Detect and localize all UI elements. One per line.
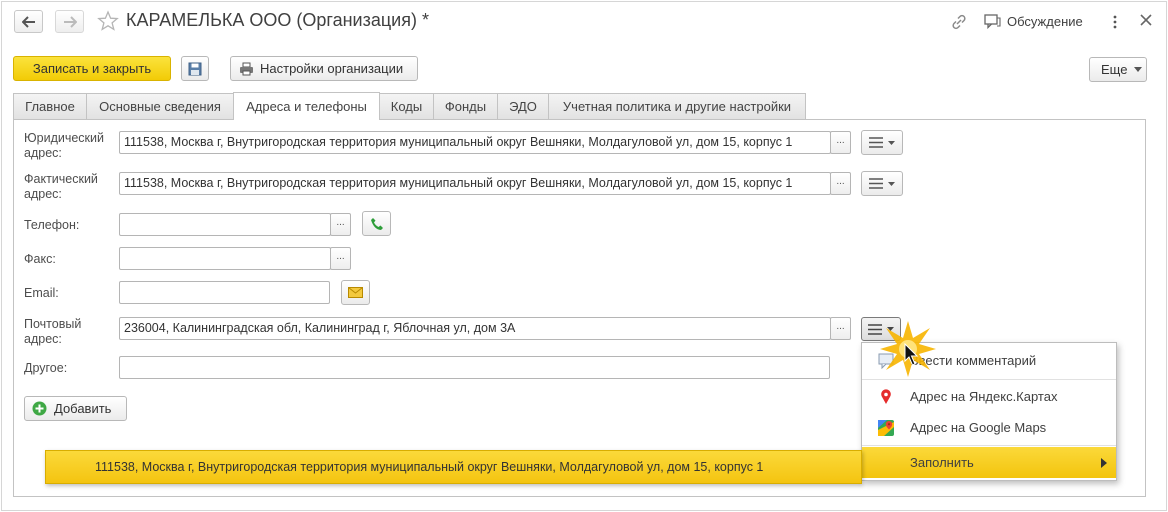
postal-address-label-line1: Почтовый [24, 317, 82, 331]
discussion-icon[interactable] [984, 14, 1001, 32]
legal-address-label: Юридический адрес: [24, 131, 104, 161]
printer-icon [240, 62, 253, 75]
phone-select-button[interactable]: ... [330, 213, 351, 236]
send-email-button[interactable] [341, 280, 370, 305]
address-context-menu: Ввести комментарий Адрес на Яндекс.Карта… [861, 342, 1117, 481]
hamburger-icon [869, 137, 883, 148]
actual-address-label-line1: Фактический [24, 172, 98, 186]
tab-funds[interactable]: Фонды [433, 93, 498, 119]
forward-button[interactable] [55, 10, 84, 33]
address-suggestion-item[interactable]: 111538, Москва г, Внутригородская террит… [45, 450, 862, 484]
fax-select-button[interactable]: ... [330, 247, 351, 270]
more-label: Еще [1101, 62, 1128, 77]
arrow-left-icon [21, 15, 35, 28]
phone-icon [370, 217, 383, 230]
chevron-down-icon [1134, 67, 1143, 72]
phone-field[interactable] [119, 213, 331, 236]
org-settings-button[interactable]: Настройки организации [230, 56, 418, 81]
hamburger-icon [868, 323, 882, 335]
close-icon[interactable] [1139, 13, 1153, 30]
save-and-close-button[interactable]: Записать и закрыть [13, 56, 171, 81]
tab-addresses-phones[interactable]: Адреса и телефоны [233, 92, 380, 120]
google-maps-icon [878, 419, 894, 436]
org-settings-label: Настройки организации [260, 61, 404, 76]
menu-item-label: Заполнить [910, 455, 974, 470]
menu-divider [862, 379, 1116, 380]
discussion-link[interactable]: Обсуждение [1007, 14, 1083, 29]
menu-item-fill[interactable]: Заполнить [862, 447, 1116, 478]
postal-address-select-button[interactable]: ... [830, 317, 851, 340]
link-icon[interactable] [950, 13, 968, 34]
email-field[interactable] [119, 281, 330, 304]
actual-address-field[interactable]: 111538, Москва г, Внутригородская террит… [119, 172, 831, 195]
yandex-pin-icon [881, 388, 891, 404]
envelope-icon [348, 287, 363, 298]
hamburger-icon [869, 178, 883, 189]
actual-address-select-button[interactable]: ... [830, 172, 851, 195]
favorite-star-icon[interactable] [97, 10, 119, 35]
tab-codes[interactable]: Коды [379, 93, 434, 119]
phone-label: Телефон: [24, 218, 80, 232]
other-field[interactable] [119, 356, 830, 379]
menu-item-label: Ввести комментарий [910, 353, 1037, 368]
actual-address-menu-button[interactable] [861, 171, 903, 196]
menu-item-label: Адрес на Google Maps [910, 420, 1047, 435]
legal-address-label-line1: Юридический [24, 131, 104, 145]
menu-divider [862, 445, 1116, 446]
postal-address-menu-button[interactable] [861, 317, 901, 341]
page-title: КАРАМЕЛЬКА ООО (Организация) * [126, 10, 429, 30]
other-label: Другое: [24, 361, 68, 375]
email-label: Email: [24, 286, 59, 300]
tab-accounting-policy[interactable]: Учетная политика и другие настройки [548, 93, 806, 119]
postal-address-field[interactable]: 236004, Калининградская обл, Калининград… [119, 317, 831, 340]
submenu-arrow-icon [1101, 458, 1107, 468]
tab-edo[interactable]: ЭДО [497, 93, 549, 119]
actual-address-label-line2: адрес: [24, 187, 62, 201]
back-button[interactable] [14, 10, 43, 33]
legal-address-label-line2: адрес: [24, 146, 62, 160]
chevron-down-icon [887, 327, 894, 331]
tab-main[interactable]: Главное [13, 93, 87, 119]
more-button[interactable]: Еще [1089, 57, 1147, 82]
legal-address-menu-button[interactable] [861, 130, 903, 155]
add-label: Добавить [54, 401, 112, 416]
chevron-down-icon [888, 140, 895, 145]
save-button[interactable] [181, 56, 209, 81]
postal-address-label-line2: адрес: [24, 332, 62, 346]
postal-address-label: Почтовый адрес: [24, 317, 81, 347]
floppy-disk-icon [188, 62, 202, 75]
plus-circle-icon [32, 401, 47, 416]
menu-item-add-comment[interactable]: Ввести комментарий [862, 345, 1116, 376]
chevron-down-icon [888, 181, 895, 186]
fax-label: Факс: [24, 252, 56, 266]
legal-address-select-button[interactable]: ... [830, 131, 851, 154]
menu-item-label: Адрес на Яндекс.Картах [910, 389, 1058, 404]
call-button[interactable] [362, 211, 391, 236]
more-vertical-icon[interactable] [1112, 14, 1118, 33]
arrow-right-icon [63, 15, 77, 28]
comment-icon [878, 353, 894, 369]
legal-address-field[interactable]: 111538, Москва г, Внутригородская террит… [119, 131, 831, 154]
actual-address-label: Фактический адрес: [24, 172, 98, 202]
fax-field[interactable] [119, 247, 331, 270]
menu-item-yandex-maps[interactable]: Адрес на Яндекс.Картах [862, 381, 1116, 412]
add-button[interactable]: Добавить [24, 396, 127, 421]
menu-item-google-maps[interactable]: Адрес на Google Maps [862, 412, 1116, 443]
tab-basic-info[interactable]: Основные сведения [86, 93, 234, 119]
